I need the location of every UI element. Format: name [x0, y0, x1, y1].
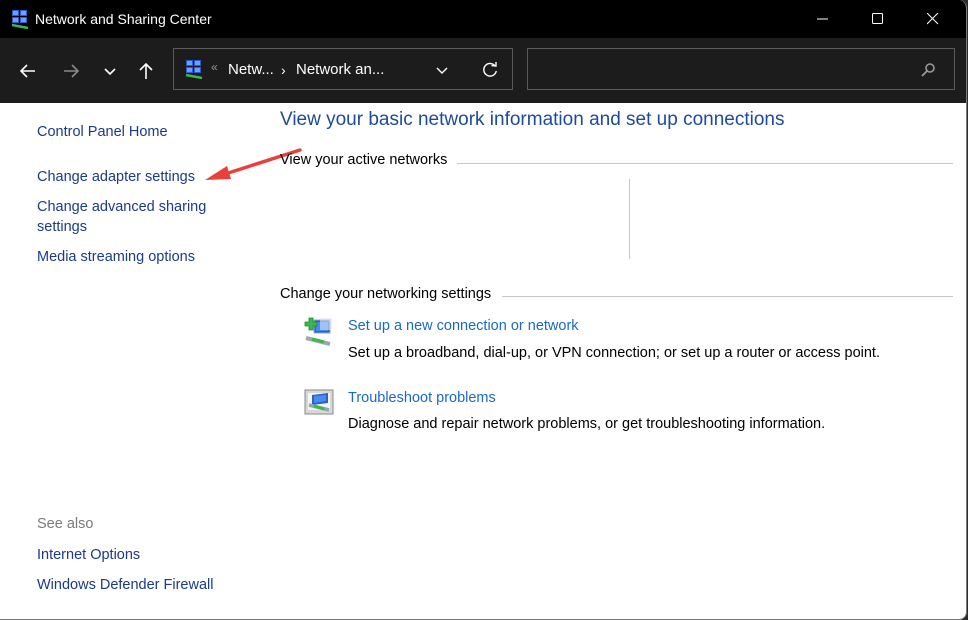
breadcrumb-item[interactable]: Netw...: [228, 61, 274, 78]
search-box[interactable]: [527, 48, 955, 90]
active-networks-divider: [629, 179, 630, 259]
section-divider: [502, 296, 953, 297]
close-button[interactable]: [910, 0, 956, 38]
title-bar: Network and Sharing Center: [0, 0, 966, 38]
back-arrow-icon: [19, 64, 35, 78]
see-also-heading: See also: [37, 516, 94, 532]
chevron-down-icon: [104, 68, 116, 76]
minimize-icon: [817, 18, 828, 20]
sidebar-item-change-adapter-settings[interactable]: Change adapter settings: [37, 167, 195, 187]
networking-settings-heading: Change your networking settings: [280, 286, 492, 302]
close-icon: [927, 13, 939, 25]
maximize-button[interactable]: [855, 0, 901, 38]
active-networks-heading: View your active networks: [280, 152, 448, 168]
page-title: View your basic network information and …: [280, 109, 785, 130]
setup-new-connection-description: Set up a broadband, dial-up, or VPN conn…: [348, 345, 880, 361]
sidebar-item-control-panel-home[interactable]: Control Panel Home: [37, 122, 168, 142]
address-bar[interactable]: « Netw... › Network an...: [173, 48, 513, 90]
forward-button[interactable]: [58, 58, 84, 84]
troubleshoot-icon: [304, 389, 334, 415]
sidebar-item-change-advanced-sharing-settings[interactable]: Change advanced sharing settings: [37, 197, 217, 237]
breadcrumb-separator[interactable]: ›: [281, 62, 286, 78]
recent-locations-button[interactable]: [97, 58, 123, 84]
address-dropdown-icon[interactable]: [435, 63, 449, 77]
see-also-windows-defender-firewall[interactable]: Windows Defender Firewall: [37, 575, 213, 595]
sidebar-item-media-streaming-options[interactable]: Media streaming options: [37, 247, 195, 267]
network-center-icon: [185, 60, 203, 79]
setup-new-connection-link[interactable]: Set up a new connection or network: [348, 318, 579, 334]
breadcrumb-item[interactable]: Network an...: [296, 61, 384, 78]
window-title: Network and Sharing Center: [35, 11, 212, 27]
refresh-icon[interactable]: [481, 61, 499, 79]
network-center-icon: [11, 10, 29, 29]
maximize-icon: [872, 13, 883, 24]
search-icon[interactable]: [920, 62, 936, 78]
see-also-internet-options[interactable]: Internet Options: [37, 545, 140, 565]
section-divider: [457, 163, 953, 164]
minimize-button[interactable]: [800, 0, 846, 38]
up-button[interactable]: [133, 58, 159, 84]
breadcrumb-overflow[interactable]: «: [211, 60, 218, 74]
new-connection-icon: [304, 317, 332, 346]
up-arrow-icon: [139, 62, 153, 79]
troubleshoot-problems-description: Diagnose and repair network problems, or…: [348, 416, 826, 432]
forward-arrow-icon: [64, 64, 80, 78]
network-sharing-center-window: Network and Sharing Center « Netw... › N…: [0, 0, 967, 620]
troubleshoot-problems-link[interactable]: Troubleshoot problems: [348, 390, 496, 406]
back-button[interactable]: [15, 58, 41, 84]
